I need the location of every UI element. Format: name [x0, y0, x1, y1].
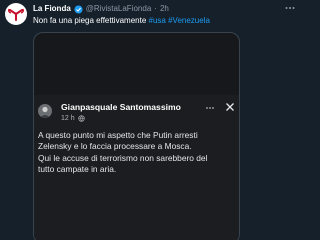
hashtag-usa[interactable]: #usa: [149, 16, 166, 25]
more-options-icon[interactable]: [284, 2, 296, 14]
close-icon: [226, 103, 234, 111]
embedded-post-time: 12 h: [61, 115, 85, 122]
tweet-page: La Fionda @RivistaLaFionda · 2h Non fa u…: [0, 0, 300, 240]
tweet-text-plain: Non fa una piega effettivamente: [33, 16, 147, 25]
embedded-author-avatar: [38, 104, 52, 118]
person-icon: [40, 106, 50, 118]
display-name[interactable]: La Fionda: [33, 3, 71, 15]
embedded-post-time-text: 12 h: [61, 115, 75, 122]
user-handle[interactable]: @RivistaLaFionda: [86, 3, 151, 15]
tweet-media-card[interactable]: Gianpasquale Santomassimo 12 h A questo …: [33, 32, 240, 240]
embedded-text-line: Qui le accuse di terrorismo non sarebber…: [38, 152, 208, 163]
separator-dot: ·: [154, 4, 157, 13]
embedded-text-line: A questo punto mi aspetto che Putin arre…: [38, 130, 198, 140]
hashtag-venezuela[interactable]: #Venezuela: [168, 16, 210, 25]
profile-avatar[interactable]: [5, 3, 27, 25]
embedded-post-screenshot: Gianpasquale Santomassimo 12 h A questo …: [34, 95, 239, 240]
embedded-text-line: Zelensky e lo faccia processare a Mosca.: [38, 141, 192, 152]
verified-badge-icon: [74, 4, 83, 14]
tweet-text: Non fa una piega effettivamente #usa #Ve…: [33, 15, 210, 27]
embedded-post-text: A questo punto mi aspetto che Putin arre…: [38, 130, 238, 175]
embedded-text-line: tutto campate in aria.: [38, 163, 117, 174]
embedded-author-name: Gianpasquale Santomassimo: [61, 102, 181, 112]
globe-icon: [77, 115, 85, 122]
embedded-more-icon: [206, 107, 214, 109]
tweet-header: La Fionda @RivistaLaFionda · 2h: [33, 3, 169, 15]
fionda-logo-icon: [8, 8, 24, 21]
tweet-timestamp[interactable]: 2h: [160, 3, 169, 15]
